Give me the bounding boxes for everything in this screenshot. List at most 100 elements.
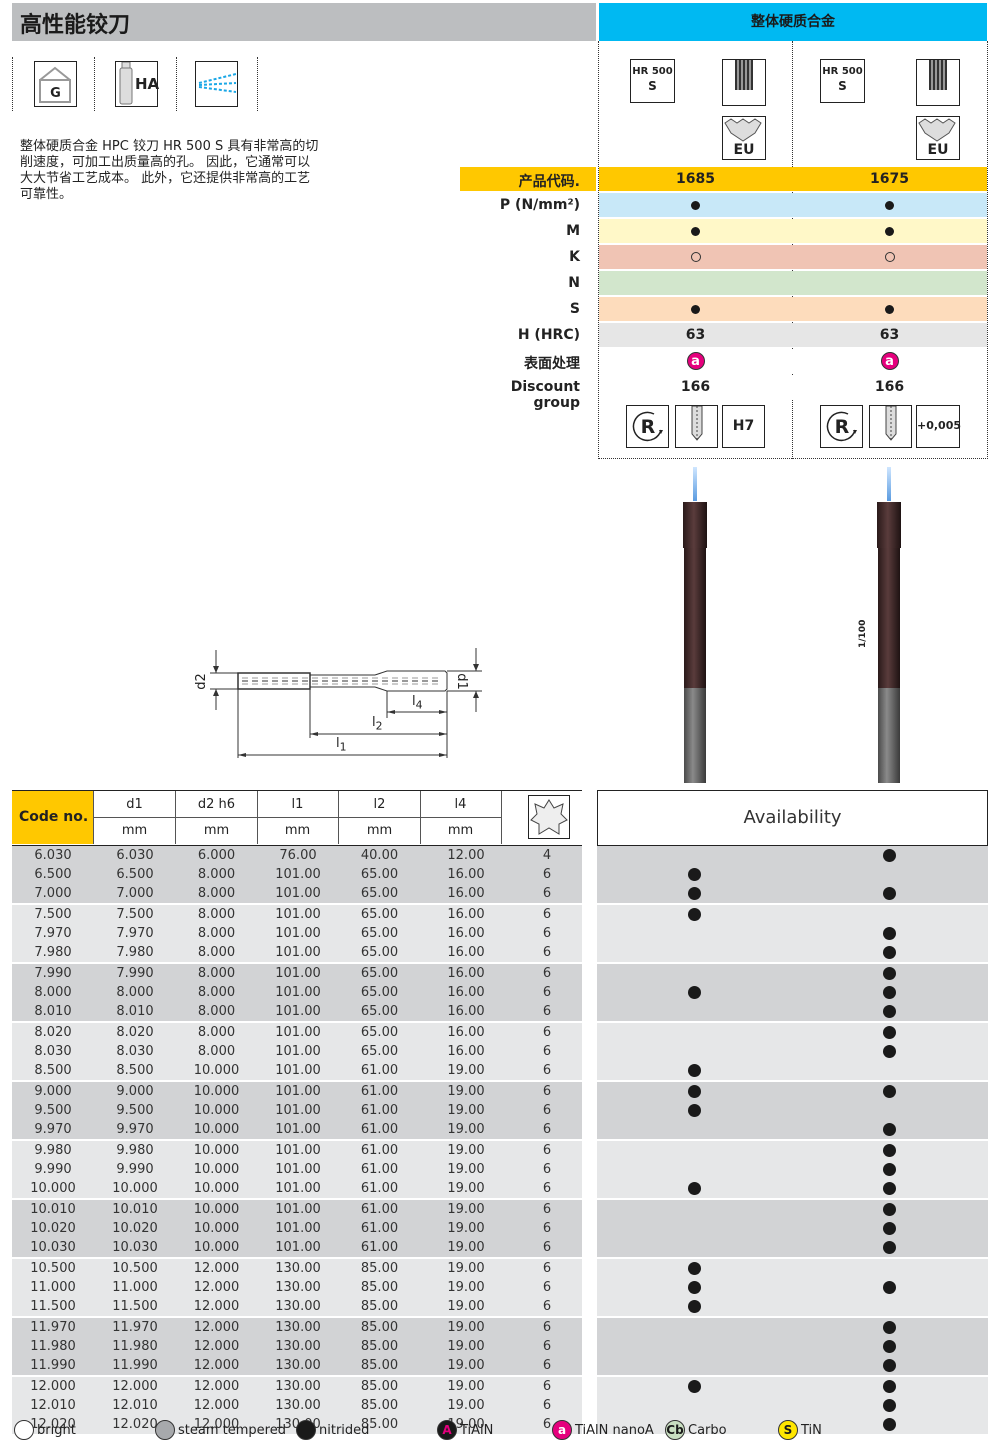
availability-row bbox=[597, 943, 988, 962]
cell-d2: 12.000 bbox=[193, 1280, 240, 1295]
cell-d2: 10.000 bbox=[193, 1202, 240, 1217]
flutes-icon bbox=[528, 795, 570, 839]
available-dot-icon bbox=[883, 1085, 896, 1098]
cell-l1: 101.00 bbox=[275, 1162, 321, 1177]
table-row[interactable]: 7.970 7.970 8.000 101.00 65.00 16.00 6 bbox=[12, 924, 582, 943]
cell-l4: 16.00 bbox=[447, 926, 485, 941]
table-row[interactable]: 8.030 8.030 8.000 101.00 65.00 16.00 6 bbox=[12, 1042, 582, 1061]
table-row[interactable]: 11.000 11.000 12.000 130.00 85.00 19.00 6 bbox=[12, 1278, 582, 1297]
cell-d2: 8.000 bbox=[197, 867, 236, 882]
row-group: 9.980 9.980 10.000 101.00 61.00 19.00 6 9.990 9.… bbox=[12, 1141, 582, 1198]
flutes-header bbox=[512, 791, 582, 844]
table-row[interactable]: 8.500 8.500 10.000 101.00 61.00 19.00 6 bbox=[12, 1061, 582, 1080]
cell-l2: 85.00 bbox=[360, 1299, 399, 1314]
legend-label: Carbo bbox=[688, 1422, 727, 1438]
cell-z: 6 bbox=[542, 1280, 552, 1295]
table-row[interactable]: 6.030 6.030 6.000 76.00 40.00 12.00 4 bbox=[12, 846, 582, 865]
table-row[interactable]: 10.010 10.010 10.000 101.00 61.00 19.00 6 bbox=[12, 1200, 582, 1219]
table-row[interactable]: 8.000 8.000 8.000 101.00 65.00 16.00 6 bbox=[12, 983, 582, 1002]
cell-d2: 8.000 bbox=[197, 886, 236, 901]
nitrided-icon bbox=[296, 1420, 316, 1440]
cell-l4: 19.00 bbox=[447, 1261, 485, 1276]
table-row[interactable]: 7.000 7.000 8.000 101.00 65.00 16.00 6 bbox=[12, 884, 582, 903]
availability-row bbox=[597, 1042, 988, 1061]
rotation-right-icon: R bbox=[820, 405, 863, 448]
cell-d1: 8.500 bbox=[116, 1063, 154, 1078]
table-row[interactable]: 10.030 10.030 10.000 101.00 61.00 19.00 6 bbox=[12, 1238, 582, 1257]
cell-l2: 65.00 bbox=[360, 1044, 399, 1059]
filled-dot-icon bbox=[691, 226, 700, 236]
table-row[interactable]: 10.500 10.500 12.000 130.00 85.00 19.00 6 bbox=[12, 1259, 582, 1278]
table-row[interactable]: 8.010 8.010 8.000 101.00 65.00 16.00 6 bbox=[12, 1002, 582, 1021]
cell-d1: 7.500 bbox=[116, 907, 154, 922]
reamer-photo-1685 bbox=[683, 467, 707, 783]
cell-l2: 61.00 bbox=[360, 1181, 399, 1196]
cell-d2: 8.000 bbox=[197, 1025, 236, 1040]
cell-d1: 6.500 bbox=[116, 867, 154, 882]
cell-l2: 65.00 bbox=[360, 1004, 399, 1019]
property-value: 63 bbox=[879, 327, 900, 343]
table-row[interactable]: 9.500 9.500 10.000 101.00 61.00 19.00 6 bbox=[12, 1101, 582, 1120]
cell-code: 10.500 bbox=[30, 1261, 76, 1276]
availability-body bbox=[597, 846, 988, 1434]
cell-l4: 19.00 bbox=[447, 1181, 485, 1196]
dim-l4: l4 bbox=[412, 694, 423, 712]
table-row[interactable]: 9.990 9.990 10.000 101.00 61.00 19.00 6 bbox=[12, 1160, 582, 1179]
cell-d2: 10.000 bbox=[193, 1122, 240, 1137]
column-unit: mm bbox=[284, 823, 311, 838]
table-row[interactable]: 7.980 7.980 8.000 101.00 65.00 16.00 6 bbox=[12, 943, 582, 962]
table-row[interactable]: 7.990 7.990 8.000 101.00 65.00 16.00 6 bbox=[12, 964, 582, 983]
cell-l1: 101.00 bbox=[275, 985, 321, 1000]
conditional-dot bbox=[793, 245, 986, 269]
cell-l1: 101.00 bbox=[275, 886, 321, 901]
cell-l4: 19.00 bbox=[447, 1162, 485, 1177]
table-row[interactable]: 11.500 11.500 12.000 130.00 85.00 19.00 6 bbox=[12, 1297, 582, 1316]
cell-code: 11.500 bbox=[30, 1299, 76, 1314]
property-value bbox=[599, 271, 792, 295]
tialn-nano-coating-icon: a bbox=[686, 352, 705, 370]
table-row[interactable]: 12.010 12.010 12.000 130.00 85.00 19.00 6 bbox=[12, 1396, 582, 1415]
cell-l2: 85.00 bbox=[360, 1261, 399, 1276]
product-code-1685[interactable]: 1685 bbox=[599, 167, 792, 191]
table-row[interactable]: 11.980 11.980 12.000 130.00 85.00 19.00 6 bbox=[12, 1337, 582, 1356]
steam-icon bbox=[155, 1420, 175, 1440]
property-row-s bbox=[599, 297, 987, 321]
straight-flute-icon bbox=[722, 59, 766, 106]
tialn-icon: A bbox=[437, 1420, 457, 1440]
available-dot-icon bbox=[883, 1359, 896, 1372]
available-dot-icon bbox=[688, 868, 701, 881]
table-row[interactable]: 8.020 8.020 8.000 101.00 65.00 16.00 6 bbox=[12, 1023, 582, 1042]
table-row[interactable]: 9.970 9.970 10.000 101.00 61.00 19.00 6 bbox=[12, 1120, 582, 1139]
table-row[interactable]: 9.980 9.980 10.000 101.00 61.00 19.00 6 bbox=[12, 1141, 582, 1160]
cell-l1: 101.00 bbox=[275, 1004, 321, 1019]
divider bbox=[176, 57, 177, 111]
table-row[interactable]: 10.000 10.000 10.000 101.00 61.00 19.00 6 bbox=[12, 1179, 582, 1198]
cell-d2: 10.000 bbox=[193, 1181, 240, 1196]
available-dot-icon bbox=[883, 1026, 896, 1039]
table-header: Code no. d1 mm d2 h6 mm l1 mm l2 mm l4 mm bbox=[12, 790, 582, 846]
column-header-4: l4 mm bbox=[420, 791, 502, 844]
cell-code: 7.980 bbox=[34, 945, 72, 960]
cell-z: 6 bbox=[542, 1004, 552, 1019]
table-row[interactable]: 9.000 9.000 10.000 101.00 61.00 19.00 6 bbox=[12, 1082, 582, 1101]
cell-l4: 19.00 bbox=[447, 1143, 485, 1158]
table-row[interactable]: 11.970 11.970 12.000 130.00 85.00 19.00 6 bbox=[12, 1318, 582, 1337]
cell-d1: 7.980 bbox=[116, 945, 154, 960]
available-dot-icon bbox=[688, 1262, 701, 1275]
product-code-1675[interactable]: 1675 bbox=[793, 167, 986, 191]
svg-text:R: R bbox=[834, 416, 849, 438]
column-header-1: d2 h6 mm bbox=[176, 791, 258, 844]
property-label-s: S bbox=[569, 301, 580, 317]
table-row[interactable]: 6.500 6.500 8.000 101.00 65.00 16.00 6 bbox=[12, 865, 582, 884]
cell-code: 9.990 bbox=[34, 1162, 72, 1177]
carbo-icon: Cb bbox=[665, 1420, 685, 1440]
cell-code: 11.980 bbox=[30, 1339, 76, 1354]
cell-d2: 10.000 bbox=[193, 1103, 240, 1118]
open-dot-icon bbox=[690, 252, 701, 262]
table-row[interactable]: 12.000 12.000 12.000 130.00 85.00 19.00 6 bbox=[12, 1377, 582, 1396]
table-row[interactable]: 10.020 10.020 10.000 101.00 61.00 19.00 6 bbox=[12, 1219, 582, 1238]
table-row[interactable]: 11.990 11.990 12.000 130.00 85.00 19.00 6 bbox=[12, 1356, 582, 1375]
cell-d1: 12.000 bbox=[112, 1379, 158, 1394]
cell-code: 8.020 bbox=[34, 1025, 72, 1040]
table-row[interactable]: 7.500 7.500 8.000 101.00 65.00 16.00 6 bbox=[12, 905, 582, 924]
